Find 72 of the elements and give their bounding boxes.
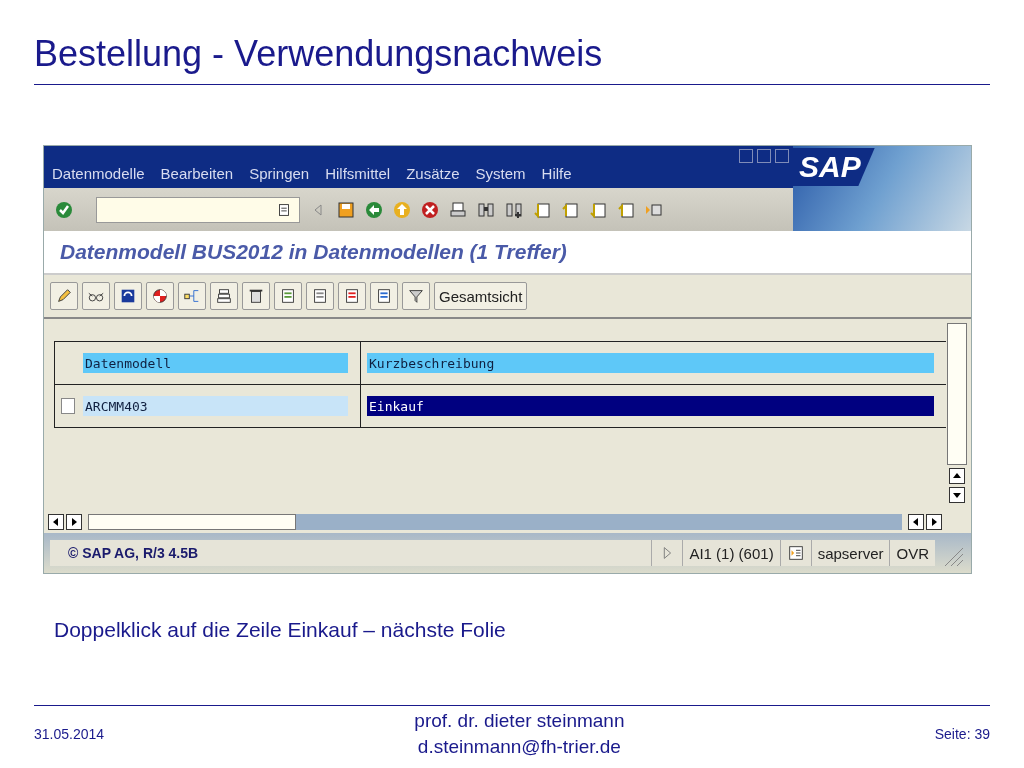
filter-button[interactable] <box>402 282 430 310</box>
menu-item[interactable]: System <box>467 165 534 182</box>
check-icon[interactable] <box>54 199 74 220</box>
import-button[interactable] <box>370 282 398 310</box>
left-arrow-icon <box>912 518 920 526</box>
column-header: Datenmodell <box>83 353 348 373</box>
row-checkbox[interactable] <box>61 398 75 414</box>
display-button[interactable] <box>82 282 110 310</box>
scroll-left-button[interactable] <box>908 514 924 530</box>
pencil-icon <box>55 287 73 305</box>
document-icon <box>311 287 329 305</box>
table-cell[interactable]: ARCMM403 <box>83 396 348 416</box>
list-button[interactable] <box>306 282 334 310</box>
refresh-icon <box>119 287 137 305</box>
footer-date: 31.05.2014 <box>34 726 105 742</box>
slide-caption: Doppelklick auf die Zeile Einkauf – nächste Folie <box>54 618 507 642</box>
copyright-text: © SAP AG, R/3 4.5B <box>68 545 199 561</box>
scroll-right-button[interactable] <box>66 514 82 530</box>
list-button[interactable] <box>338 282 366 310</box>
slide-title: Bestellung - Verwendungsnachweis <box>34 32 604 76</box>
menu-item[interactable]: Bearbeiten <box>152 165 242 182</box>
pie-chart-icon <box>151 287 169 305</box>
pie-button[interactable] <box>146 282 174 310</box>
down-arrow-icon <box>953 491 961 499</box>
refresh-button[interactable] <box>114 282 142 310</box>
footer-email: d.steinmann@fh-trier.de <box>417 735 621 759</box>
menu-item[interactable]: Hilfe <box>533 165 580 182</box>
list-button[interactable] <box>274 282 302 310</box>
document-icon <box>375 287 393 305</box>
menu-item[interactable]: Datenmodelle <box>44 165 153 182</box>
save-icon[interactable] <box>336 199 356 220</box>
session-info: AI1 (1) (601) <box>682 540 780 566</box>
layout-icon <box>786 544 805 562</box>
document-icon <box>343 287 361 305</box>
tree-icon <box>183 287 201 305</box>
column-header: Kurzbeschreibung <box>367 353 934 373</box>
delete-button[interactable] <box>242 282 270 310</box>
up-arrow-icon <box>953 472 961 480</box>
menu-item[interactable]: Hilfsmittel <box>317 165 399 182</box>
footer-author: prof. dr. dieter steinmann <box>414 709 625 733</box>
print-icon[interactable] <box>448 199 468 220</box>
scroll-down-button[interactable] <box>949 487 965 503</box>
scrollbar-thumb[interactable] <box>947 323 967 465</box>
sap-logo: SAP <box>793 148 875 186</box>
overview-button[interactable]: Gesamtsicht <box>434 282 528 310</box>
server-name: sapserver <box>810 540 890 566</box>
scrollbar-thumb[interactable] <box>88 514 296 530</box>
command-field[interactable] <box>96 196 300 223</box>
document-icon <box>279 287 297 305</box>
trash-icon <box>247 287 265 305</box>
footer-page: Seite: 39 <box>934 726 990 742</box>
right-arrow-icon <box>930 518 938 526</box>
left-arrow-icon <box>52 518 60 526</box>
maximize-button[interactable] <box>757 149 771 163</box>
cancel-icon[interactable] <box>420 199 440 220</box>
menu-item[interactable]: Zusätze <box>398 165 468 182</box>
scroll-left-button[interactable] <box>48 514 64 530</box>
filter-icon <box>407 287 425 305</box>
close-button[interactable] <box>775 149 789 163</box>
stack-button[interactable] <box>210 282 238 310</box>
screen-title: Datenmodell BUS2012 in Datenmodellen (1 Treffer) <box>60 240 567 264</box>
edit-button[interactable] <box>50 282 78 310</box>
minimize-button[interactable] <box>739 149 753 163</box>
tree-button[interactable] <box>178 282 206 310</box>
scroll-up-button[interactable] <box>949 468 965 484</box>
back-icon[interactable] <box>364 199 384 220</box>
menu-item[interactable]: Springen <box>241 165 318 182</box>
stack-icon <box>215 287 233 305</box>
table-cell[interactable]: Einkauf <box>367 396 934 416</box>
right-arrow-icon <box>70 518 78 526</box>
scroll-right-button[interactable] <box>926 514 942 530</box>
mode-indicator: OVR <box>889 540 935 566</box>
